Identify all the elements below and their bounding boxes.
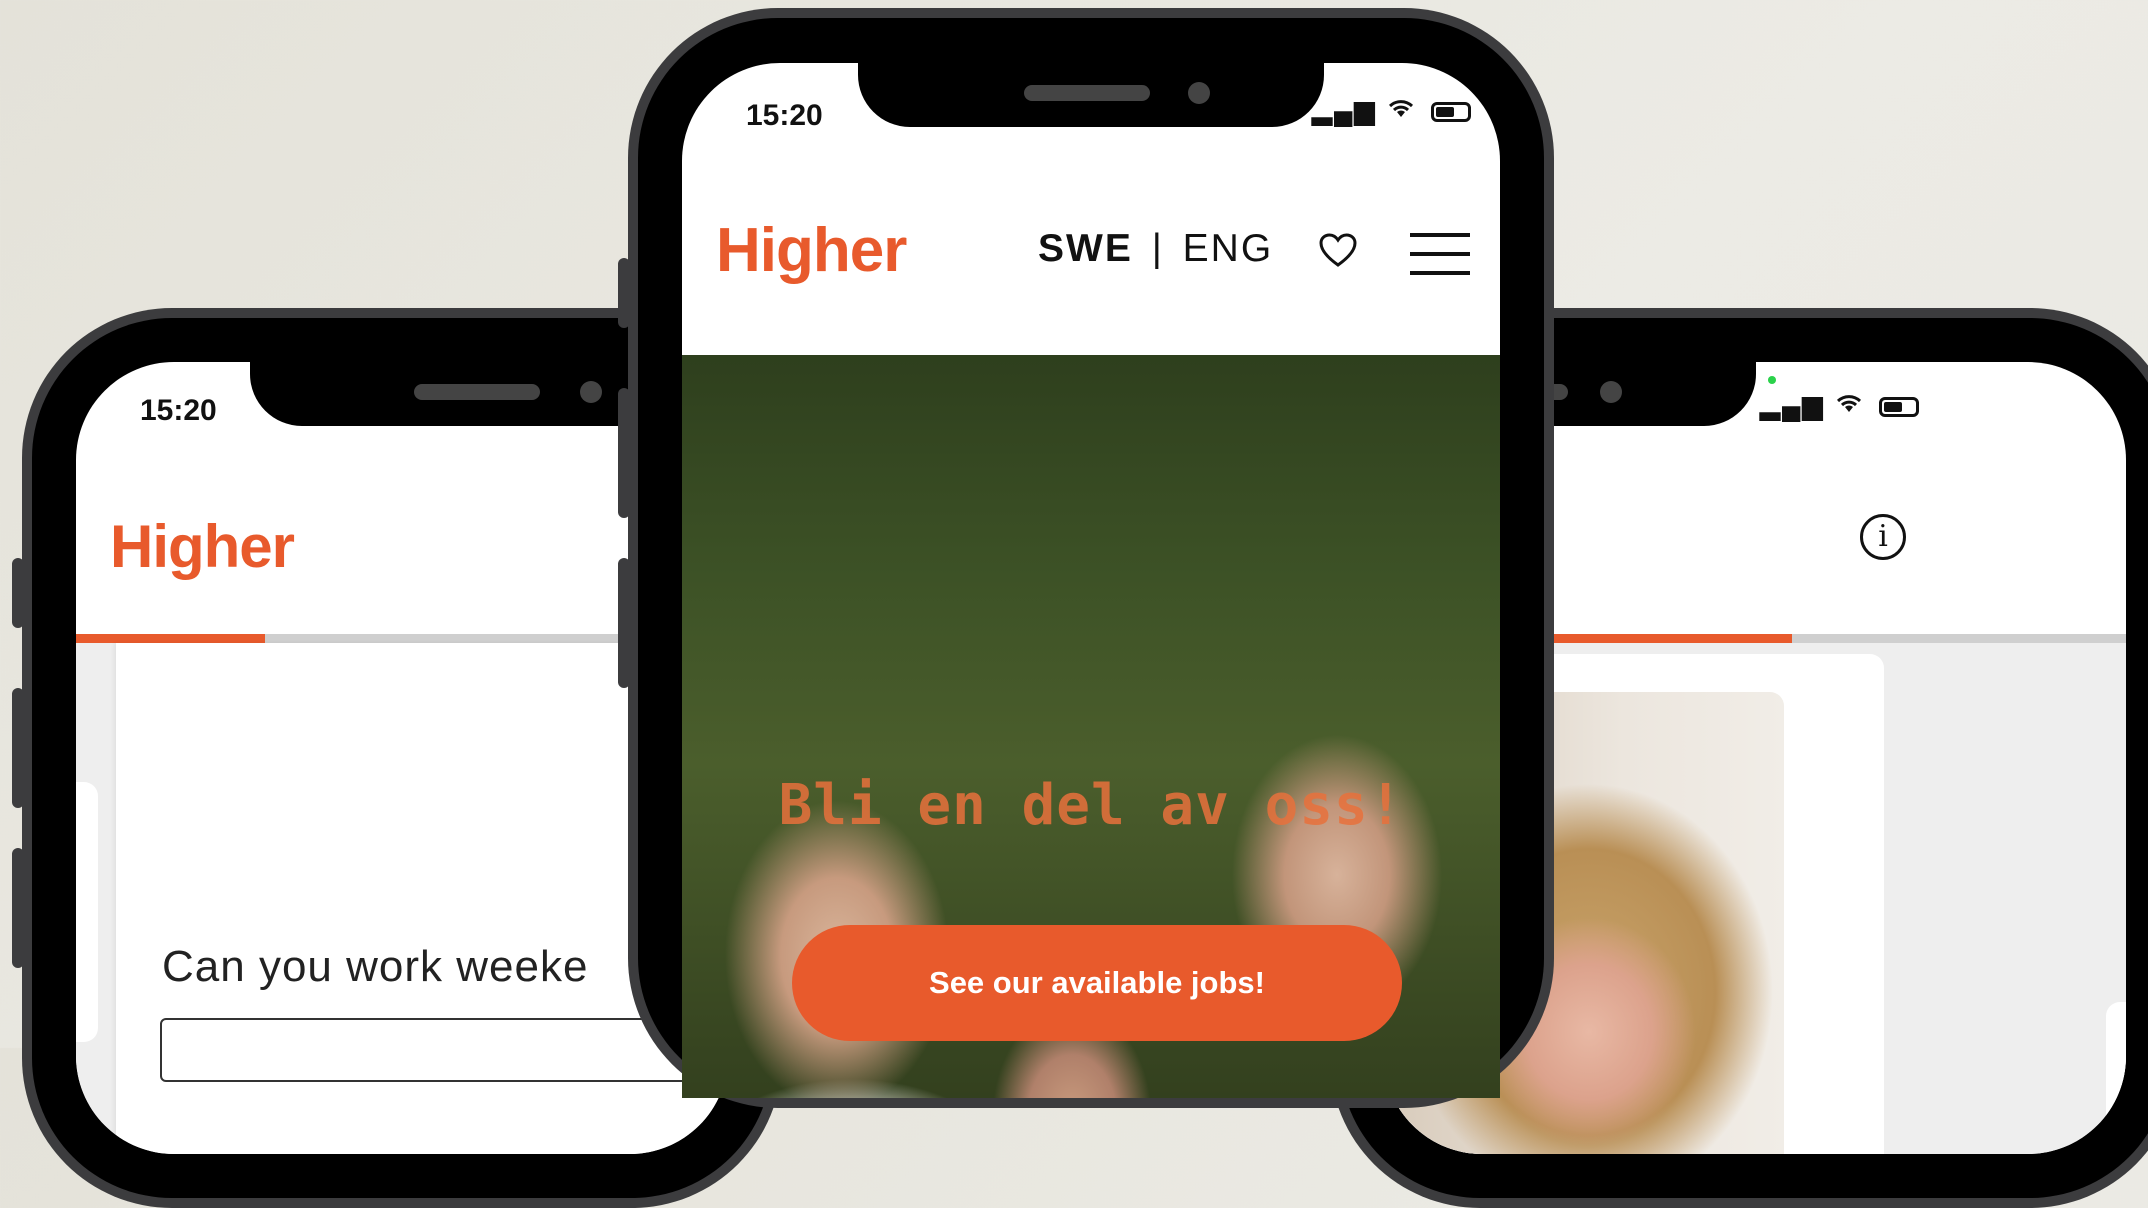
info-icon[interactable]: i [1860,514,1906,560]
side-button [12,848,24,968]
speaker [1024,85,1150,101]
camera [1600,381,1622,403]
status-icons: ▂▄▆ [1760,390,1919,421]
answer-input[interactable] [160,1018,728,1082]
hamburger-menu-icon[interactable] [1410,233,1470,275]
side-button [12,558,24,628]
side-button [618,388,630,518]
privacy-indicator [1768,376,1776,384]
language-switcher: SWE | ENG [1038,227,1273,271]
status-time: 15:20 [140,394,217,427]
battery-icon [1878,397,1919,418]
status-icons: ▂▄▆ [1312,95,1471,126]
notch [858,63,1324,127]
side-button [618,558,630,688]
camera [580,381,602,403]
lang-eng[interactable]: ENG [1183,227,1274,270]
prev-card-edge [76,782,98,1042]
next-card-edge [2106,1002,2126,1154]
phone-screen: 15:20 ▂▄▆ Higher SWE | ENG Bli en del av… [682,63,1500,1098]
heart-icon[interactable] [1318,233,1358,274]
status-time: 15:20 [746,99,823,132]
logo[interactable]: Higher [110,512,295,581]
lang-swe[interactable]: SWE [1038,227,1133,270]
signal-icon: ▂▄▆ [1312,95,1377,125]
wifi-icon [1386,95,1425,125]
lang-separator: | [1151,227,1164,270]
phone-bezel: 15:20 ▂▄▆ Higher SWE | ENG Bli en del av… [638,18,1544,1098]
signal-icon: ▂▄▆ [1760,390,1825,420]
speaker [414,384,540,400]
logo[interactable]: Higher [716,215,907,286]
side-button [12,688,24,808]
progress-fill [76,634,266,643]
phone-center: 15:20 ▂▄▆ Higher SWE | ENG Bli en del av… [618,8,1554,1108]
see-jobs-button[interactable]: See our available jobs! [792,925,1402,1041]
battery-icon [1430,102,1471,123]
hero-title: Bli en del av oss! [778,773,1404,838]
camera [1188,82,1210,104]
side-button [618,258,630,328]
wifi-icon [1834,390,1873,420]
question-text: Can you work weeke [162,942,589,991]
